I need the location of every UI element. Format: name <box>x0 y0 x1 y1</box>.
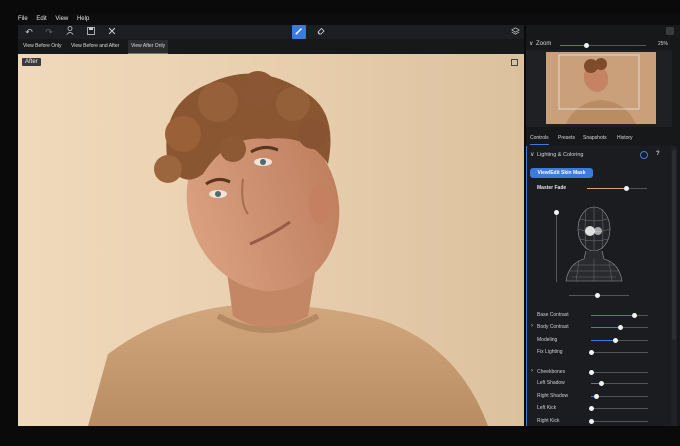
slider-knob[interactable] <box>613 338 618 343</box>
head-wireframe-icon[interactable] <box>564 201 624 291</box>
angle-slider-knob[interactable] <box>595 293 600 298</box>
zoom-header: ∨ Zoom 25% <box>526 39 672 49</box>
tab-view-before-and-after[interactable]: View Before and After <box>68 40 122 53</box>
portrait-image <box>88 71 488 426</box>
vertical-slider-knob[interactable] <box>554 210 559 215</box>
chevron-down-icon[interactable]: ∨ <box>529 40 533 47</box>
slider-fill <box>591 327 620 328</box>
after-label: After <box>22 58 41 66</box>
master-fade-knob[interactable] <box>624 186 629 191</box>
tab-presets[interactable]: Presets <box>558 132 575 144</box>
slider-label: Left Shadow <box>537 380 565 386</box>
help-icon[interactable]: ? <box>656 151 660 157</box>
controls-panel: ∨ Lighting & Coloring ? View/Edit Skin M… <box>526 146 671 426</box>
slider-knob[interactable] <box>618 325 623 330</box>
slider-fill <box>591 315 634 316</box>
zoom-slider-knob[interactable] <box>584 43 589 48</box>
toolbar: ↶ ↷ ✕ <box>18 25 524 39</box>
slider-track[interactable] <box>591 372 648 373</box>
slider-track[interactable] <box>591 352 648 353</box>
power-icon[interactable] <box>640 151 648 159</box>
slider-label: Right Shadow <box>537 393 569 399</box>
panel-tabs: Controls Presets Snapshots History <box>526 132 672 145</box>
panel-menu-icon[interactable] <box>666 27 674 35</box>
right-panel: ∨ Zoom 25% Controls Presets Snapshots Hi… <box>526 25 680 426</box>
master-fade-label: Master Fade <box>537 185 567 191</box>
slider-knob[interactable] <box>632 313 637 318</box>
redo-icon[interactable]: ↷ <box>42 25 56 39</box>
close-icon[interactable]: ✕ <box>105 25 119 39</box>
slider-label: Modeling <box>537 337 558 343</box>
menu-edit[interactable]: Edit <box>36 14 46 25</box>
slider-label: Fix Lighting <box>537 349 563 355</box>
zoom-label: Zoom <box>536 41 552 47</box>
zoom-slider-fill <box>560 45 586 46</box>
panel-scrollbar[interactable] <box>671 146 677 426</box>
tab-snapshots[interactable]: Snapshots <box>583 132 607 144</box>
slider-knob[interactable] <box>589 370 594 375</box>
slider-label: Base Contrast <box>537 312 569 318</box>
master-fade-fill <box>587 188 626 189</box>
slider-track[interactable] <box>591 408 648 409</box>
slider-fill <box>591 340 615 341</box>
slider-track[interactable] <box>591 396 648 397</box>
scrollbar-thumb[interactable] <box>672 150 676 340</box>
chevron-right-icon[interactable]: › <box>531 323 533 329</box>
slider-knob[interactable] <box>594 394 599 399</box>
slider-label: Cheekbones <box>537 369 566 375</box>
menu-bar: File Edit View Help <box>18 14 680 25</box>
chevron-down-icon[interactable]: ∨ <box>530 151 534 158</box>
save-icon[interactable] <box>84 25 98 39</box>
tab-view-before-only[interactable]: View Before Only <box>20 40 65 53</box>
eraser-icon[interactable] <box>314 25 328 39</box>
section-title: Lighting & Coloring <box>537 152 584 158</box>
slider-knob[interactable] <box>589 406 594 411</box>
tab-history[interactable]: History <box>617 132 633 144</box>
brush-icon[interactable] <box>292 25 306 39</box>
slider-label: Body Contrast <box>537 324 569 330</box>
tab-controls[interactable]: Controls <box>530 132 549 145</box>
view-tabs: View Before Only View Before and After V… <box>18 39 524 54</box>
slider-knob[interactable] <box>599 381 604 386</box>
person-icon[interactable] <box>63 25 77 39</box>
tab-view-after-only[interactable]: View After Only <box>128 40 169 54</box>
vertical-slider-track[interactable] <box>556 210 557 282</box>
view-edit-skin-mask-button[interactable]: View/Edit Skin Mask <box>530 168 593 178</box>
slider-knob[interactable] <box>589 419 594 424</box>
menu-file[interactable]: File <box>18 14 28 25</box>
menu-help[interactable]: Help <box>77 14 89 25</box>
zoom-value: 25% <box>658 41 669 47</box>
slider-track[interactable] <box>591 421 648 422</box>
slider-label: Right Kick <box>537 418 560 424</box>
navigator-thumbnail[interactable] <box>546 52 656 124</box>
expand-icon[interactable] <box>511 59 518 66</box>
navigator <box>526 50 672 127</box>
chevron-right-icon[interactable]: › <box>531 368 533 374</box>
undo-icon[interactable]: ↶ <box>22 25 36 39</box>
photo-canvas[interactable]: After <box>18 54 524 426</box>
slider-label: Left Kick <box>537 405 557 411</box>
menu-view[interactable]: View <box>55 14 68 25</box>
slider-knob[interactable] <box>589 350 594 355</box>
layers-icon[interactable] <box>508 25 522 39</box>
